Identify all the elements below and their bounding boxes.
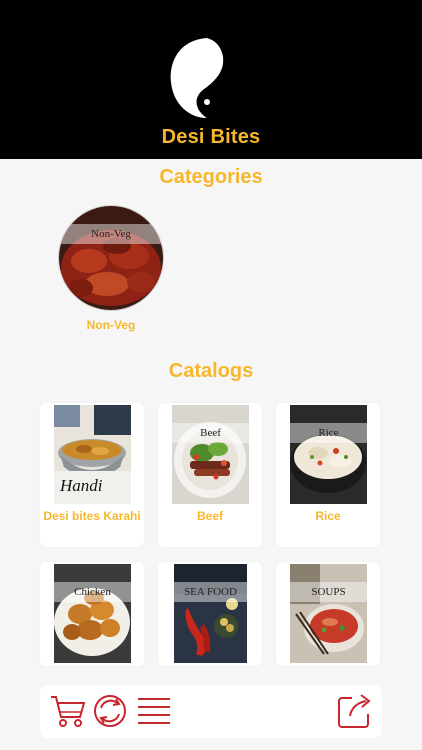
app-title: Desi Bites	[161, 126, 261, 148]
catalog-thumb: Chicken	[54, 564, 131, 666]
category-image	[59, 206, 163, 310]
rice-overlay-text: Rice	[318, 427, 339, 439]
refresh-icon[interactable]	[92, 693, 128, 729]
chicken-overlay-text: Chicken	[74, 586, 111, 598]
chicken-image	[54, 564, 131, 663]
catalog-label: Rice	[315, 509, 341, 523]
catalog-thumb: SEA FOOD	[174, 564, 247, 666]
share-icon[interactable]	[336, 692, 374, 730]
bottom-toolbar	[40, 685, 382, 738]
catalogs-title: Catalogs	[168, 360, 254, 382]
catalog-thumb: Rice	[290, 405, 367, 504]
catalog-thumb: Handi	[54, 405, 131, 504]
categories-title: Categories	[159, 166, 263, 188]
catalog-card-karahi[interactable]: Handi Desi bites Karahi	[40, 403, 144, 547]
sea-food-image	[174, 564, 247, 663]
handi-overlay-text: Handi	[60, 476, 103, 495]
soups-overlay-text: SOUPS	[311, 586, 346, 598]
catalog-card-rice[interactable]: Rice Rice	[276, 403, 380, 547]
catalog-thumb: SOUPS	[290, 564, 367, 663]
category-label[interactable]: Non-Veg	[58, 318, 164, 332]
catalog-thumb: Beef	[172, 405, 249, 504]
beef-overlay-text: Beef	[200, 427, 221, 439]
menu-icon[interactable]	[136, 695, 172, 727]
sea-food-overlay-text: SEA FOOD	[184, 586, 237, 598]
catalog-card-sea-food[interactable]: SEA FOOD	[158, 562, 262, 666]
rice-image	[290, 405, 367, 504]
catalog-card-beef[interactable]: Beef Beef	[158, 403, 262, 547]
category-non-veg[interactable]: Non-Veg	[58, 205, 164, 311]
soups-image	[290, 564, 367, 663]
app-header: Desi Bites	[0, 0, 422, 159]
yin-yang-icon	[170, 38, 231, 118]
catalog-card-soups[interactable]: SOUPS	[276, 562, 380, 666]
catalog-label: Desi bites Karahi	[43, 509, 141, 523]
cart-icon[interactable]	[50, 694, 86, 728]
beef-image	[172, 405, 249, 504]
catalog-label: Beef	[196, 509, 223, 523]
catalog-card-chicken[interactable]: Chicken	[40, 562, 144, 666]
category-overlay-text: Non-Veg	[91, 228, 131, 240]
